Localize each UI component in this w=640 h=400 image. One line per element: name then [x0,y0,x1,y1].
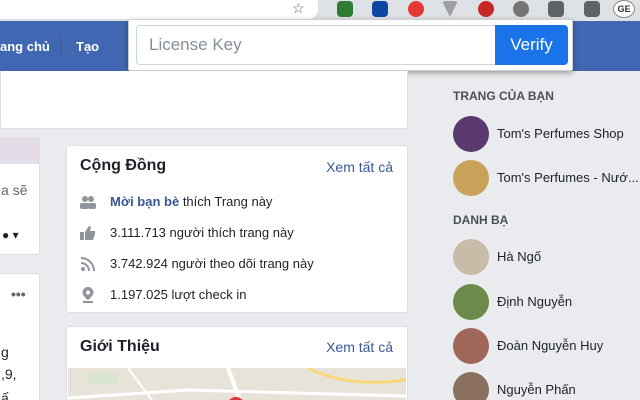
post-text-line: ,9, [1,366,17,382]
checkins-count: 1.197.025 lượt check in [110,287,247,302]
verify-button[interactable]: Verify [495,25,568,65]
extensions-puzzle-icon[interactable] [584,1,600,17]
contact-item[interactable]: Hà Ngố [453,239,640,275]
card-banner [0,138,39,164]
profile-avatar[interactable]: GE [613,0,635,18]
contact-item[interactable]: Định Nguyễn [453,284,640,320]
contacts-heading: DANH BẠ [453,213,509,227]
browser-toolbar: ☆ GE [0,0,640,21]
likes-count: 3.111.713 người thích trang này [110,225,294,240]
partial-left-card: a sẽ ● ▾ [0,137,40,255]
contact-item[interactable]: Nguyễn Phấn [453,372,640,400]
location-map[interactable] [68,368,406,400]
your-pages-heading: TRANG CỦA BẠN [453,89,554,103]
contact-avatar [453,372,489,400]
bookmark-star-icon[interactable]: ☆ [292,0,305,16]
page-name: Tom's Perfumes - Nướ... [497,170,639,185]
about-title: Giới Thiệu [80,338,160,355]
extension-grid-icon[interactable] [548,1,564,17]
contact-avatar [453,328,489,364]
contact-item[interactable]: Đoàn Nguyễn Huy [453,328,640,364]
post-text-line: g [1,344,9,360]
contact-avatar [453,239,489,275]
dropdown-chevron-icon[interactable]: ● ▾ [2,228,19,242]
contact-name: Hà Ngố [497,249,542,264]
community-see-all-link[interactable]: Xem tất cả [326,159,393,175]
see-more-fragment: a sẽ [1,182,28,198]
post-more-icon[interactable]: ••• [11,286,26,302]
contact-name: Định Nguyễn [497,294,573,309]
sidebar-page-item[interactable]: Tom's Perfumes - Nướ... [453,160,640,196]
contact-name: Đoàn Nguyễn Huy [497,338,604,353]
contact-avatar [453,284,489,320]
license-key-input[interactable] [136,25,498,65]
community-card: Cộng Đồng Xem tất cả Mời bạn bè thích Tr… [66,145,408,313]
nav-divider [60,35,61,57]
about-see-all-link[interactable]: Xem tất cả [326,339,393,355]
page-avatar [453,116,489,152]
sidebar-page-item[interactable]: Tom's Perfumes Shop [453,116,640,152]
location-pin-icon [82,287,94,303]
license-popup: Verify [128,19,573,71]
nav-home-link[interactable]: ang chủ [0,39,50,54]
nav-create-link[interactable]: Tạo [76,39,99,54]
thumbs-up-icon [80,226,95,240]
contact-name: Nguyễn Phấn [497,382,576,397]
about-card: Giới Thiệu Xem tất cả [66,326,408,400]
page-avatar [453,160,489,196]
invite-friends-link[interactable]: Mời bạn bè [110,194,179,209]
map-roads-icon [68,368,406,400]
extension-red-icon[interactable] [408,1,424,17]
extension-blue-icon[interactable] [372,1,388,17]
follows-count: 3.742.924 người theo dõi trang này [110,256,314,271]
community-title: Cộng Đồng [80,157,167,174]
friends-icon [80,196,96,209]
extension-moon-icon[interactable] [513,1,529,17]
invite-friends-suffix: thích Trang này [179,194,273,209]
partial-post-card: ••• g ,9, ấ [0,273,40,400]
address-bar[interactable] [0,0,318,19]
extension-green-icon[interactable] [337,1,353,17]
rss-follow-icon [80,257,95,272]
page-name: Tom's Perfumes Shop [497,126,624,141]
extension-gray-icon[interactable] [442,1,458,17]
composer-card [0,71,408,129]
post-text-line: ấ [1,390,9,400]
extension-red2-icon[interactable] [478,1,494,17]
